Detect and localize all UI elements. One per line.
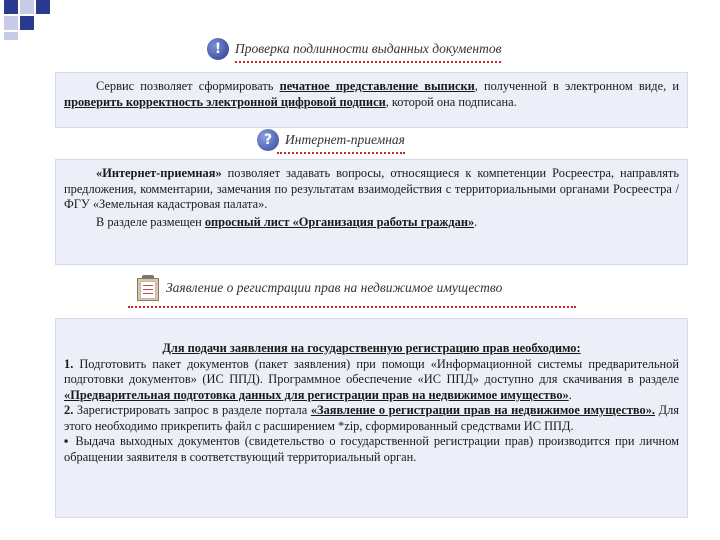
verify-signature-link[interactable]: проверить корректность электронной цифро… (64, 95, 386, 109)
print-extract-link[interactable]: печатное представление выписки (280, 79, 475, 93)
section2-text-3: . (474, 214, 478, 229)
section1-title[interactable]: Проверка подлинности выданных документов (235, 41, 501, 57)
section1-text-2: , полученной в электронном виде, и (474, 79, 679, 93)
section2-title[interactable]: Интернет-приемная (285, 132, 405, 148)
section1-heading: ! Проверка подлинности выданных документ… (207, 38, 502, 63)
section1-text-3: , которой она подписана. (385, 94, 517, 109)
internet-reception-bold: «Интернет-приемная» (96, 166, 222, 180)
section2-panel: «Интернет-приемная» позволяет задавать в… (55, 159, 688, 265)
step2-number: 2. (64, 403, 74, 417)
corner-decoration (0, 0, 60, 40)
section3-intro: Для подачи заявления на государственную … (162, 341, 581, 355)
question-icon: ? (257, 129, 279, 151)
step1-text: Подготовить пакет документов (пакет заяв… (64, 356, 679, 387)
registration-application-link[interactable]: «Заявление о регистрации прав на недвижи… (311, 403, 655, 417)
section3-panel: Для подачи заявления на государственную … (55, 318, 688, 518)
questionnaire-link[interactable]: опросный лист «Организация работы гражда… (205, 215, 474, 229)
step2-text: Зарегистрировать запрос в разделе портал… (73, 403, 311, 417)
step1-end: . (568, 387, 572, 402)
section2-text-2: В разделе размещен (96, 214, 205, 229)
exclamation-icon: ! (207, 38, 229, 60)
step1-number: 1. (64, 356, 74, 371)
clipboard-icon (136, 275, 160, 301)
section1-panel: Сервис позволяет сформировать печатное п… (55, 72, 688, 128)
section1-text-1: Сервис позволяет сформировать (96, 79, 280, 93)
preliminary-preparation-link[interactable]: «Предварительная подготовка данных для р… (64, 388, 569, 402)
step3-text: Выдача выходных документов (свидетельств… (64, 434, 679, 464)
section3-title[interactable]: Заявление о регистрации прав на недвижим… (166, 280, 502, 296)
section3-heading: Заявление о регистрации прав на недвижим… (128, 275, 576, 308)
section2-heading: ? Интернет-приемная (257, 129, 405, 154)
